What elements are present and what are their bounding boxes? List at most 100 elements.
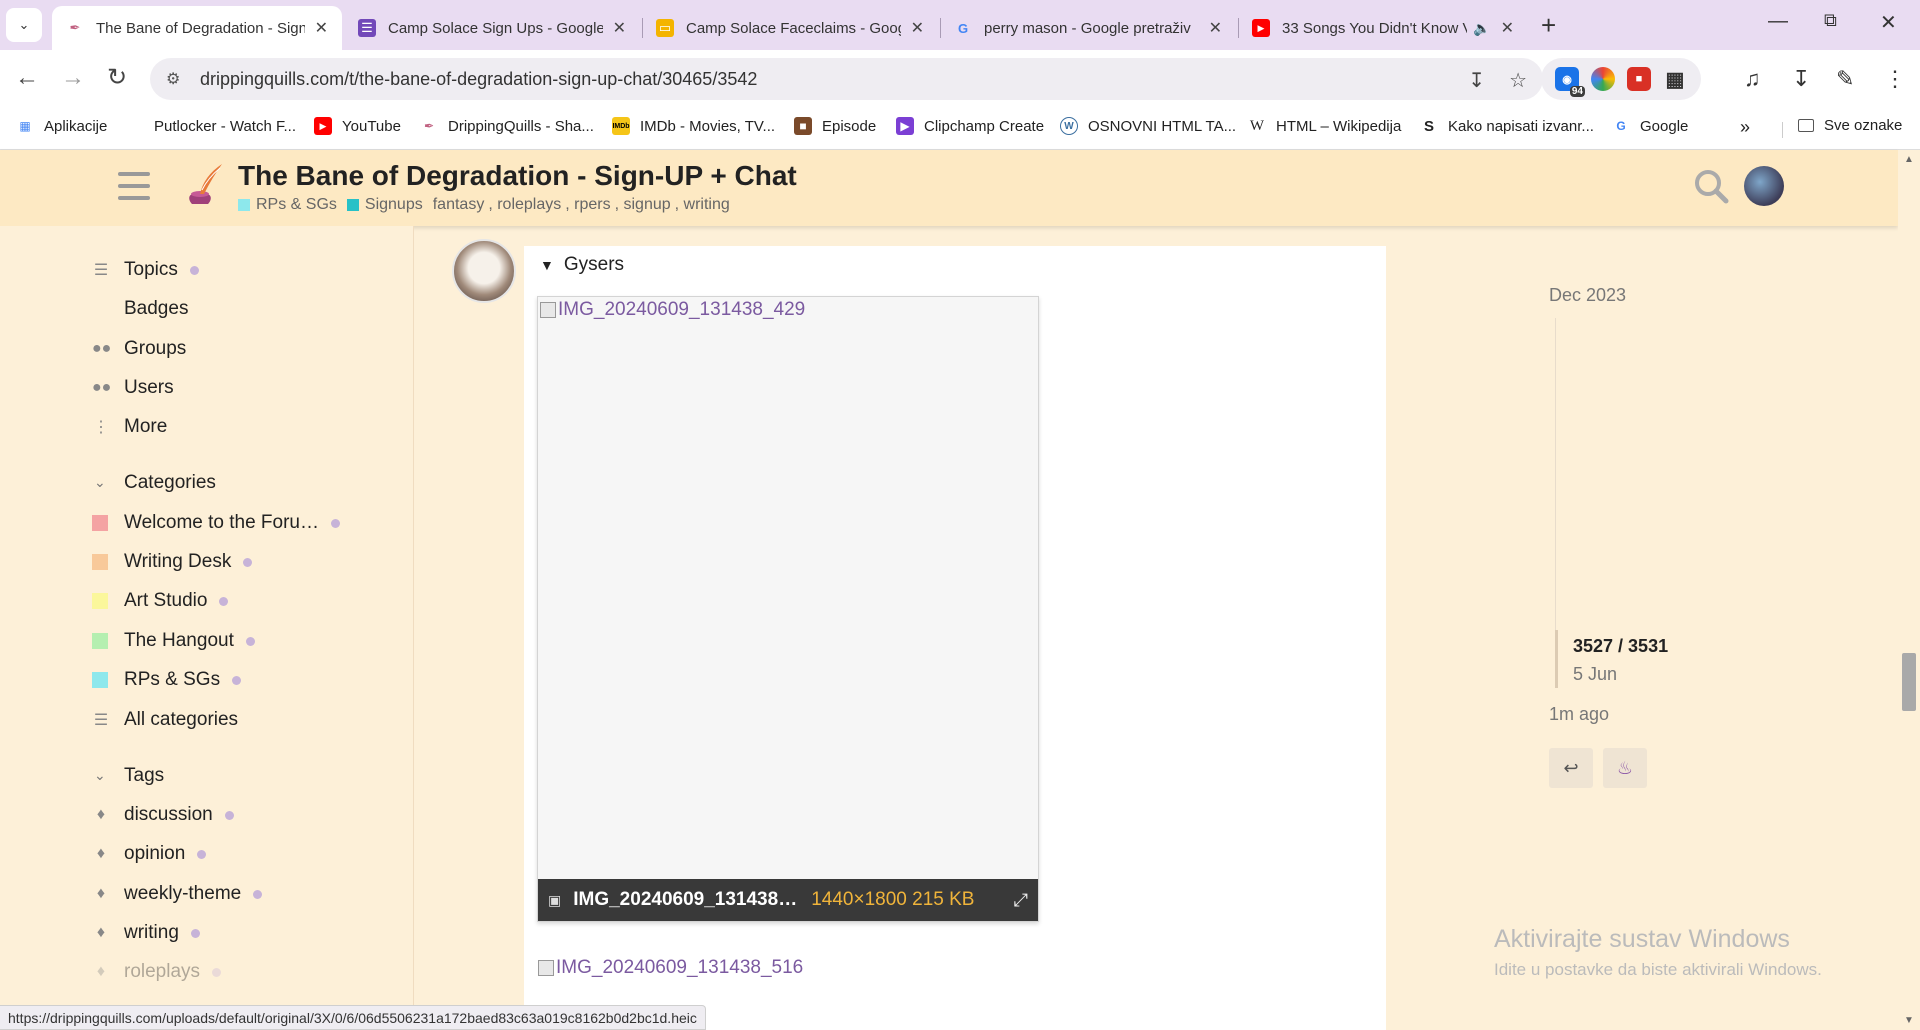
tab-perry-mason[interactable]: G perry mason - Google pretraživ ✕ — [940, 6, 1236, 50]
close-icon[interactable]: ✕ — [1501, 18, 1514, 38]
categories-heading[interactable]: ⌄ Categories — [94, 472, 216, 494]
scroll-down-icon[interactable]: ▼ — [1904, 1015, 1914, 1026]
url-text[interactable]: drippingquills.com/t/the-bane-of-degrada… — [200, 69, 757, 90]
tags-heading[interactable]: ⌄ Tags — [94, 765, 164, 787]
close-icon[interactable]: ✕ — [1209, 18, 1222, 38]
image-filename: IMG_20240609_131438… — [573, 889, 798, 910]
sidebar-category-the-hangout[interactable]: The Hangout — [92, 630, 255, 652]
user-avatar[interactable] — [1744, 166, 1784, 206]
tab-33-songs[interactable]: ▶ 33 Songs You Didn't Know V 🔈 ✕ — [1238, 6, 1528, 50]
bookmark-apps[interactable]: ▦ Aplikacije — [16, 117, 107, 135]
menu-vertical-icon[interactable]: ⋮ — [1884, 66, 1906, 92]
topic-title[interactable]: The Bane of Degradation - Sign-UP + Chat — [238, 160, 797, 192]
close-icon[interactable]: ✕ — [911, 18, 924, 38]
bell-icon: ♨ — [1616, 757, 1634, 778]
timeline-handle[interactable] — [1555, 630, 1558, 688]
sidebar-category-welcome[interactable]: Welcome to the Foru… — [92, 512, 341, 534]
tag-comma: , — [614, 196, 624, 213]
forward-icon[interactable]: → — [58, 64, 88, 92]
bookmark-wikipedia[interactable]: W HTML – Wikipedija — [1248, 117, 1401, 135]
reload-icon[interactable]: ↻ — [102, 64, 132, 92]
bookmark-clipchamp[interactable]: ▶ Clipchamp Create — [896, 117, 1044, 135]
restore-icon[interactable]: ⧉ — [1824, 10, 1837, 31]
site-logo[interactable] — [178, 160, 224, 216]
bookmark-google[interactable]: G Google — [1612, 117, 1688, 135]
tab-bane-of-degradation[interactable]: ✒ The Bane of Degradation - Sign ✕ — [52, 6, 342, 50]
bookmark-drippingquills[interactable]: ✒ DrippingQuills - Sha... — [420, 117, 594, 135]
page-scrollbar[interactable]: ▲ ▼ — [1898, 150, 1920, 1030]
sidebar-category-rps-sgs[interactable]: RPs & SGs — [92, 669, 242, 691]
category-badge[interactable]: Signups — [346, 196, 423, 214]
address-bar[interactable]: ⚙ drippingquills.com/t/the-bane-of-degra… — [150, 58, 1543, 100]
bookmark-imdb[interactable]: IMDb IMDb - Movies, TV... — [612, 117, 775, 135]
close-window-icon[interactable]: ✕ — [1880, 10, 1897, 35]
chevron-down-icon: ⌄ — [18, 17, 30, 32]
bookmark-osnovni-html[interactable]: W OSNOVNI HTML TA... — [1060, 117, 1236, 135]
bookmark-label: Clipchamp Create — [924, 117, 1045, 135]
minimize-icon[interactable]: — — [1768, 10, 1788, 33]
site-info-icon[interactable]: ⚙ — [166, 69, 188, 89]
bookmark-youtube[interactable]: ▶ YouTube — [314, 117, 401, 135]
back-icon[interactable]: ← — [12, 64, 42, 92]
download-icon[interactable]: ↧ — [1792, 66, 1810, 92]
hamburger-menu-icon[interactable] — [118, 172, 150, 200]
sidebar-item-groups[interactable]: ●● Groups — [92, 338, 186, 360]
sidebar-item-badges[interactable]: Badges — [124, 298, 188, 320]
bookmark-episode[interactable]: ■ Episode — [794, 117, 876, 135]
sidebar-item-more[interactable]: ⋮ More — [93, 416, 167, 438]
sidebar-tag-roleplays[interactable]: ♦ roleplays — [97, 961, 222, 983]
puzzle-icon[interactable]: ▦ — [1663, 67, 1687, 91]
sidebar-item-topics[interactable]: ☰ Topics — [94, 259, 199, 281]
bookmark-kako-napisati[interactable]: S Kako napisati izvanr... — [1420, 117, 1594, 135]
sidebar-category-writing-desk[interactable]: Writing Desk — [92, 551, 253, 573]
tab-camp-solace-sign-ups[interactable]: ☰ Camp Solace Sign Ups - Google ✕ — [344, 6, 640, 50]
wikipedia-icon: W — [1249, 117, 1265, 134]
more-bookmarks-icon[interactable]: » — [1740, 117, 1750, 138]
timeline-start-date[interactable]: Dec 2023 — [1549, 285, 1626, 306]
color-picker-extension-icon[interactable] — [1591, 67, 1615, 91]
expand-icon[interactable]: ⤢ — [1014, 890, 1028, 911]
extension-icon[interactable]: ◉ 94 — [1555, 67, 1585, 97]
category-color-swatch — [92, 515, 108, 531]
sidebar-tag-discussion[interactable]: ♦ discussion — [97, 804, 234, 826]
speaker-icon[interactable]: 🔈 — [1473, 20, 1490, 37]
bookmark-putlocker[interactable]: Putlocker - Watch F... — [126, 117, 296, 135]
sidebar-item-users[interactable]: ●● Users — [92, 377, 174, 399]
close-icon[interactable]: ✕ — [613, 18, 626, 38]
all-bookmarks-folder[interactable]: Sve oznake — [1798, 117, 1902, 134]
notifications-button[interactable]: ♨ — [1603, 748, 1647, 788]
tab-camp-solace-faceclaims[interactable]: ▭ Camp Solace Faceclaims - Goog ✕ — [642, 6, 938, 50]
details-toggle[interactable]: ▼ Gysers — [540, 254, 624, 276]
profile-icon[interactable]: ✎ — [1836, 66, 1854, 92]
scrollbar-thumb[interactable] — [1902, 653, 1916, 711]
scroll-up-icon[interactable]: ▲ — [1904, 154, 1914, 165]
post-author-avatar[interactable] — [452, 239, 516, 303]
sidebar-category-art-studio[interactable]: Art Studio — [92, 590, 229, 612]
sidebar-tag-writing[interactable]: ♦ writing — [97, 922, 200, 944]
tag-icon: ♦ — [96, 806, 106, 823]
quill-icon: ✒ — [423, 119, 435, 133]
tag-link[interactable]: writing — [684, 196, 730, 214]
bookmark-star-icon[interactable]: ☆ — [1509, 68, 1527, 93]
install-app-icon[interactable]: ↧ — [1468, 68, 1485, 93]
media-control-icon[interactable]: ♫ — [1744, 66, 1761, 92]
tag-link[interactable]: fantasy — [433, 196, 485, 214]
image-lightbox[interactable]: IMG_20240609_131438_429 ▣ IMG_20240609_1… — [537, 296, 1039, 922]
tag-link[interactable]: roleplays — [497, 196, 561, 214]
new-tab-button[interactable]: + — [1541, 10, 1556, 40]
tab-search-button[interactable]: ⌄ — [6, 8, 42, 42]
tag-link[interactable]: rpers — [574, 196, 610, 214]
sidebar-tag-weekly-theme[interactable]: ♦ weekly-theme — [97, 883, 263, 905]
broken-image[interactable]: IMG_20240609_131438_429 — [540, 299, 805, 321]
broken-image[interactable]: IMG_20240609_131438_516 — [538, 957, 803, 979]
sidebar-tag-opinion[interactable]: ♦ opinion — [97, 843, 207, 865]
category-badge[interactable]: RPs & SGs — [238, 196, 337, 214]
extension-icon[interactable]: ■ — [1627, 67, 1651, 91]
timeline-end-date[interactable]: 1m ago — [1549, 704, 1609, 725]
tab-title: 33 Songs You Didn't Know V — [1282, 19, 1468, 37]
close-icon[interactable]: ✕ — [315, 18, 328, 38]
reply-button[interactable]: ↩ — [1549, 748, 1593, 788]
search-icon[interactable] — [1693, 168, 1729, 213]
sidebar-all-categories[interactable]: ☰ All categories — [94, 709, 238, 731]
tag-link[interactable]: signup — [623, 196, 670, 214]
